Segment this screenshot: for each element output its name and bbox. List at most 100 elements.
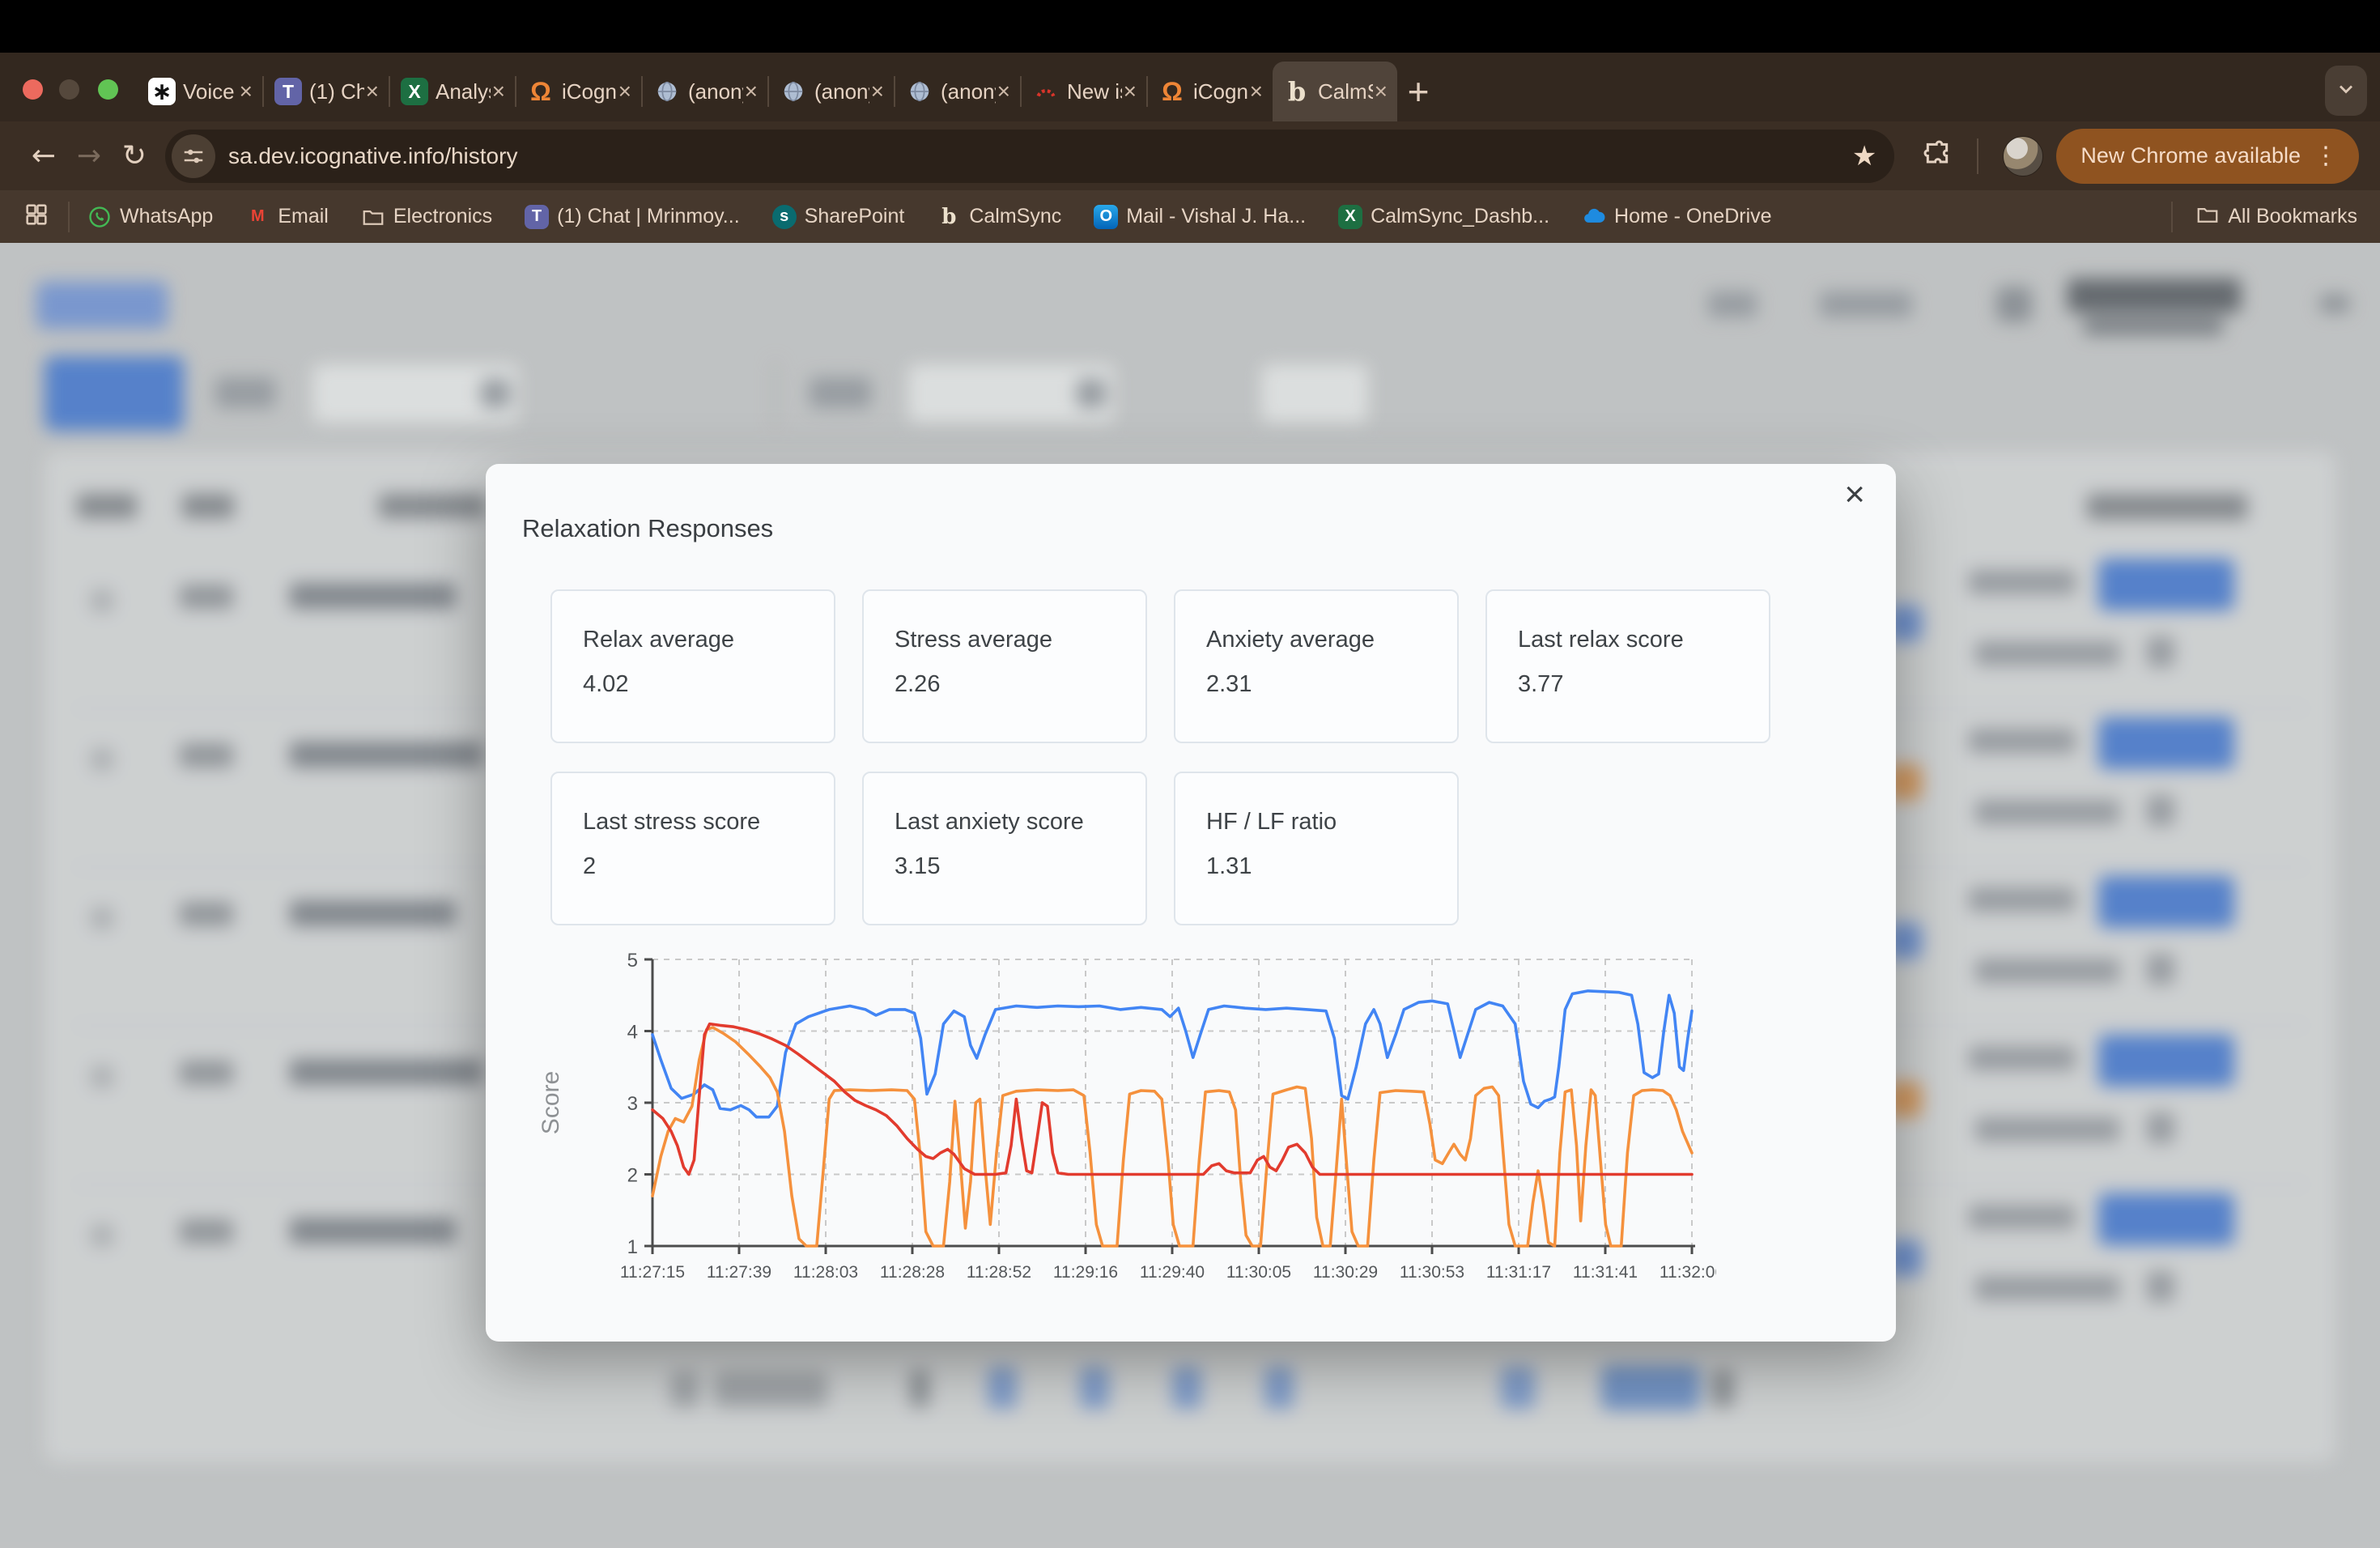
stat-value: 4.02 (583, 671, 834, 698)
icognative-icon: Ω (1158, 78, 1186, 105)
stat-card-last-anxiety-score: Last anxiety score 3.15 (862, 772, 1147, 925)
tab-voice-fea[interactable]: ∗Voice Fea× (138, 62, 262, 121)
tab--anonymo[interactable]: (anonymo× (643, 62, 767, 121)
tab-close-icon[interactable]: × (364, 80, 380, 103)
stat-label: Anxiety average (1206, 627, 1457, 653)
y-tick-label: 1 (627, 1236, 638, 1258)
tab--anonymo[interactable]: (anonymo× (769, 62, 894, 121)
bookmarks-right-divider (2171, 202, 2173, 232)
tab-icognativ[interactable]: ΩiCognativ× (1148, 62, 1273, 121)
stat-label: HF / LF ratio (1206, 809, 1457, 836)
bookmark-label: WhatsApp (120, 205, 213, 228)
stats-grid: Relax average4.02Stress average2.26Anxie… (550, 589, 1773, 925)
tab-close-icon[interactable]: × (1248, 80, 1264, 103)
x-tick-label: 11:31:17 (1486, 1263, 1551, 1282)
bookmark-sharepoint[interactable]: sSharePoint (772, 205, 905, 229)
all-bookmarks-button[interactable]: All Bookmarks (2195, 202, 2357, 231)
icognative-icon: Ω (527, 78, 555, 105)
new-tab-button[interactable]: + (1397, 70, 1439, 113)
globe-icon (906, 78, 933, 105)
excel-icon: X (1338, 205, 1362, 229)
chrome-update-button[interactable]: New Chrome available ⋮ (2056, 129, 2359, 184)
tab-close-icon[interactable]: × (617, 80, 633, 103)
tab-label: (1) Chat | (309, 79, 364, 104)
apps-grid-icon[interactable] (23, 201, 50, 232)
teams-icon: T (274, 78, 302, 105)
window-minimize-button[interactable] (59, 79, 79, 100)
modal-title: Relaxation Responses (522, 514, 773, 543)
tab-label: iCognativ (1193, 79, 1248, 104)
stat-card-last-stress-score: Last stress score 2 (550, 772, 835, 925)
tab-new-issue[interactable]: New issue× (1022, 62, 1146, 121)
x-tick-label: 11:27:39 (707, 1263, 771, 1282)
reload-button[interactable]: ↻ (112, 139, 157, 172)
tab-close-icon[interactable]: × (491, 80, 507, 103)
stat-label: Last anxiety score (895, 809, 1145, 836)
bookmark-whatsapp[interactable]: WhatsApp (87, 205, 213, 229)
stat-value: 2 (583, 853, 834, 880)
x-tick-label: 11:27:15 (620, 1263, 685, 1282)
bookmark-home-onedrive[interactable]: Home - OneDrive (1582, 205, 1772, 229)
screen: ∗Voice Fea×T(1) Chat |×XAnalysis_×ΩiCogn… (0, 0, 2380, 1548)
bookmark-label: SharePoint (805, 205, 905, 228)
site-settings-icon[interactable] (172, 134, 215, 178)
bookmark-calmsync-dashb-[interactable]: XCalmSync_Dashb... (1338, 205, 1549, 229)
bookmark-star-icon[interactable]: ★ (1852, 140, 1876, 172)
bookmark-calmsync[interactable]: bCalmSync (937, 205, 1061, 229)
tab-close-icon[interactable]: × (743, 80, 759, 103)
bookmark-mail-vishal-j-ha-[interactable]: OMail - Vishal J. Ha... (1094, 205, 1306, 229)
relaxation-responses-modal: × Relaxation Responses Relax average 4.02… (486, 464, 1896, 1342)
tab-analysis-[interactable]: XAnalysis_× (390, 62, 515, 121)
folder-icon (2195, 202, 2220, 231)
window-zoom-button[interactable] (98, 79, 118, 100)
stat-card-last-relax-score: Last relax score3.77 (1485, 589, 1770, 743)
tab-close-icon[interactable]: × (869, 80, 886, 103)
stat-label: Last stress score (583, 809, 834, 836)
bookmark-email[interactable]: MEmail (245, 205, 329, 229)
y-tick-label: 4 (627, 1022, 638, 1044)
bookmark--1-chat-mrinmoy-[interactable]: T(1) Chat | Mrinmoy... (525, 205, 740, 229)
stat-value: 1.31 (1206, 853, 1457, 880)
modal-close-button[interactable]: × (1834, 470, 1875, 519)
tab-icognative[interactable]: ΩiCognative× (516, 62, 641, 121)
overflow-menu-icon[interactable]: ⋮ (2306, 142, 2346, 170)
chatgpt-icon: ∗ (148, 78, 176, 105)
chrome-update-label: New Chrome available (2080, 143, 2301, 168)
all-bookmarks-label: All Bookmarks (2228, 205, 2357, 228)
tab-close-icon[interactable]: × (996, 80, 1012, 103)
tab-close-icon[interactable]: × (1122, 80, 1138, 103)
y-tick-label: 2 (627, 1165, 638, 1187)
tab-calmsync[interactable]: bCalmSync× (1273, 62, 1397, 121)
x-tick-label: 11:28:03 (793, 1263, 858, 1282)
x-tick-label: 11:29:40 (1140, 1263, 1205, 1282)
address-bar[interactable]: sa.dev.icognative.info/history ★ (165, 130, 1894, 183)
bookmark-label: (1) Chat | Mrinmoy... (557, 205, 740, 228)
bookmarks-bar: WhatsApp MEmail Electronics T(1) Chat | Mri… (0, 190, 2380, 243)
stat-label: Last relax score (1518, 627, 1769, 653)
window-close-button[interactable] (23, 79, 43, 100)
x-tick-label: 11:32:06 (1660, 1263, 1716, 1282)
tab-search-button[interactable] (2325, 66, 2367, 116)
tab--1-chat-[interactable]: T (1) Chat |× (264, 62, 389, 121)
bookmark-electronics[interactable]: Electronics (361, 205, 492, 229)
tab-strip: ∗Voice Fea×T(1) Chat |×XAnalysis_×ΩiCogn… (0, 53, 2380, 121)
x-tick-label: 11:30:53 (1400, 1263, 1464, 1282)
stat-value: 3.15 (895, 853, 1145, 880)
excel-icon: X (401, 78, 428, 105)
tab-close-icon[interactable]: × (1373, 80, 1389, 103)
tab--anonymo[interactable]: (anonymo× (895, 62, 1020, 121)
extensions-icon[interactable] (1917, 138, 1957, 174)
stat-card-anxiety-average: Anxiety average2.31 (1174, 589, 1459, 743)
stat-label: Relax average (583, 627, 834, 653)
calmsync-icon: b (937, 205, 961, 229)
tab-label: (anonymo (814, 79, 869, 104)
tab-label: iCognative (562, 79, 617, 104)
profile-avatar[interactable] (2003, 136, 2043, 176)
score-chart-svg: 11:27:1511:27:3911:28:0311:28:2811:28:52… (534, 942, 1716, 1330)
score-chart: 11:27:1511:27:3911:28:0311:28:2811:28:52… (534, 942, 1716, 1330)
back-button[interactable]: ← (21, 139, 66, 172)
y-tick-label: 5 (627, 950, 638, 972)
forward-button[interactable]: → (66, 139, 112, 172)
outlook-icon: O (1094, 205, 1118, 229)
tab-close-icon[interactable]: × (238, 80, 254, 103)
